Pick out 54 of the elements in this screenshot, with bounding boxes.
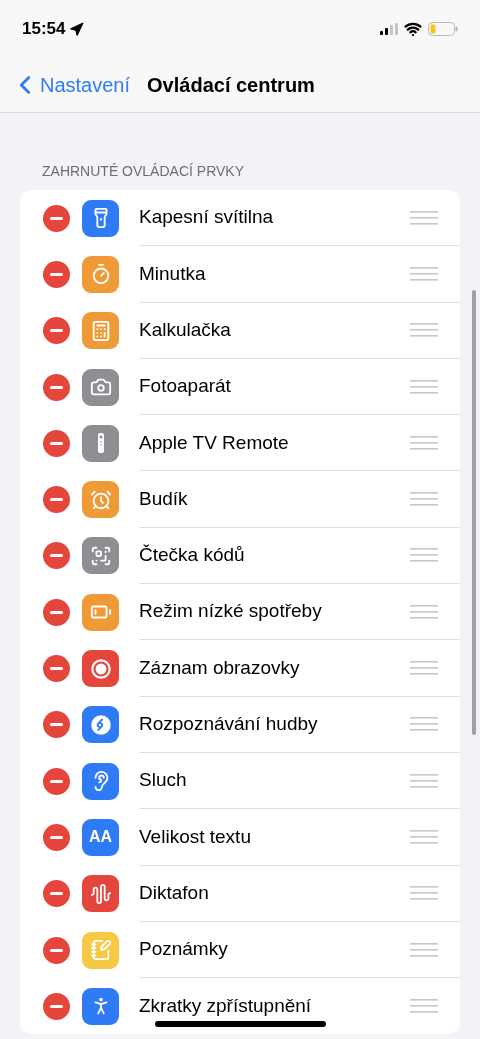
control-label: Minutka xyxy=(139,261,206,286)
section-header: ZAHRNUTÉ OVLÁDACÍ PRVKY xyxy=(41,162,245,181)
remove-button[interactable] xyxy=(43,260,70,288)
location-icon xyxy=(69,21,85,37)
signal-icon xyxy=(380,23,398,35)
remove-button[interactable] xyxy=(43,373,70,401)
drag-handle-icon[interactable] xyxy=(410,492,438,507)
drag-handle-icon[interactable] xyxy=(410,773,438,788)
remove-button[interactable] xyxy=(43,711,70,739)
control-label: Záznam obrazovky xyxy=(139,655,300,680)
control-label: Poznámky xyxy=(139,937,228,962)
drag-handle-icon[interactable] xyxy=(410,604,438,619)
drag-handle-icon[interactable] xyxy=(410,717,438,732)
control-label: Velikost textu xyxy=(139,824,251,849)
control-label: Kapesní svítilna xyxy=(139,205,274,230)
remove-button[interactable] xyxy=(43,936,70,964)
drag-handle-icon[interactable] xyxy=(410,210,438,225)
control-label: Rozpoznávání hudby xyxy=(139,712,318,737)
remove-button[interactable] xyxy=(43,823,70,851)
back-button[interactable]: Nastavení xyxy=(10,70,131,100)
remove-button[interactable] xyxy=(43,992,70,1020)
remove-button[interactable] xyxy=(43,204,70,232)
wifi-icon xyxy=(404,20,422,38)
drag-handle-icon[interactable] xyxy=(410,942,438,957)
remove-button[interactable] xyxy=(43,429,70,457)
control-label: Čtečka kódů xyxy=(139,543,245,568)
control-label: Diktafon xyxy=(139,880,209,905)
drag-handle-icon[interactable] xyxy=(410,266,438,281)
text-size-icon: AA xyxy=(82,818,119,856)
control-label: Budík xyxy=(139,486,188,511)
drag-handle-icon[interactable] xyxy=(410,886,438,901)
drag-handle-icon[interactable] xyxy=(410,999,438,1014)
control-label: Fotoaparát xyxy=(139,374,231,399)
drag-handle-icon[interactable] xyxy=(410,661,438,675)
drag-handle-icon[interactable] xyxy=(410,379,438,394)
page-title: Ovládací centrum xyxy=(147,73,315,98)
status-time: 15:54 xyxy=(22,18,66,41)
drag-handle-icon[interactable] xyxy=(410,829,438,844)
control-label: Apple TV Remote xyxy=(139,430,289,455)
remove-button[interactable] xyxy=(43,486,70,514)
control-label: Režim nízké spotřeby xyxy=(139,599,322,624)
drag-handle-icon[interactable] xyxy=(410,548,438,563)
remove-button[interactable] xyxy=(43,542,70,570)
battery-icon xyxy=(428,22,458,36)
control-label: Kalkulačka xyxy=(139,318,231,342)
drag-handle-icon[interactable] xyxy=(410,323,438,338)
remove-button[interactable] xyxy=(43,880,70,908)
control-label: Sluch xyxy=(139,768,187,793)
remove-button[interactable] xyxy=(43,655,70,682)
remove-button[interactable] xyxy=(43,598,70,626)
drag-handle-icon[interactable] xyxy=(410,435,438,450)
remove-button[interactable] xyxy=(43,767,70,795)
remove-button[interactable] xyxy=(43,317,70,345)
control-label: Zkratky zpřístupnění xyxy=(139,994,312,1019)
